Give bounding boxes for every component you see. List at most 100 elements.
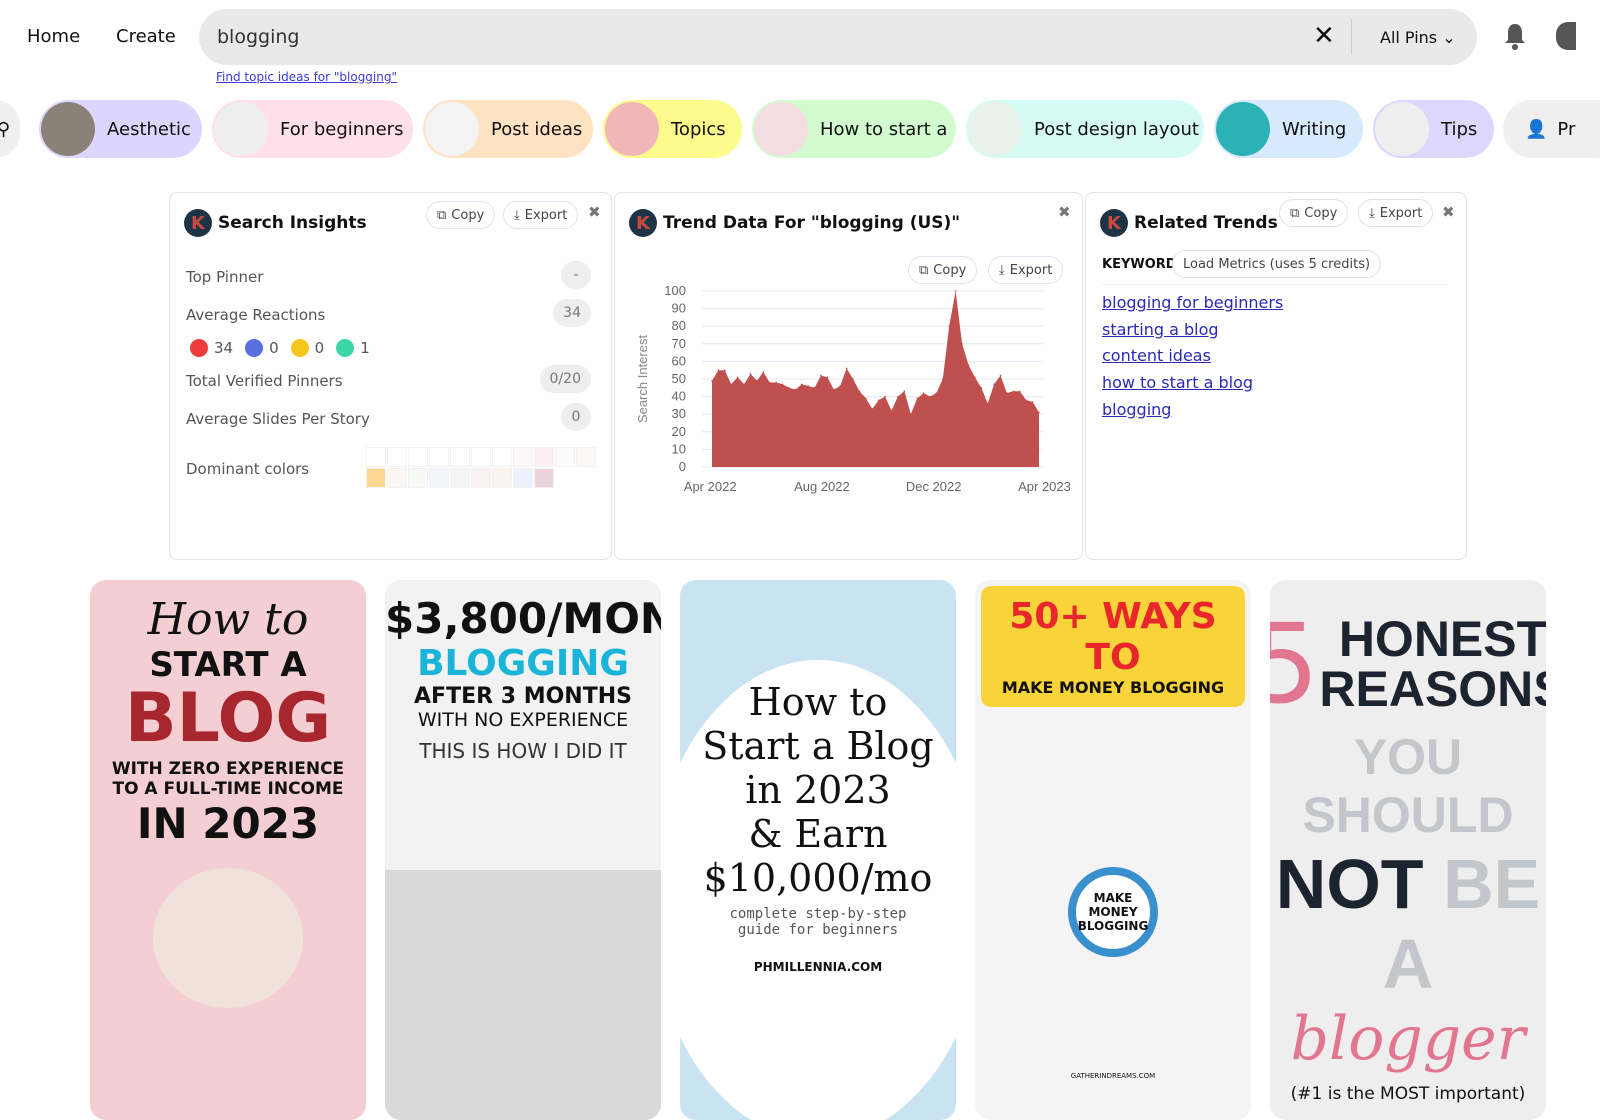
pin-text: 5: [1270, 600, 1320, 728]
scope-dropdown[interactable]: All Pins ⌄: [1380, 28, 1456, 47]
divider: [1102, 284, 1448, 285]
chip-pr[interactable]: 👤 Pr: [1503, 100, 1600, 158]
color-swatch: [492, 447, 512, 467]
data-point: [724, 369, 726, 371]
copy-button[interactable]: ⧉ Copy: [426, 201, 496, 229]
data-point: [826, 376, 829, 379]
filter-icon[interactable]: ⚲: [0, 100, 20, 158]
data-point: [922, 392, 925, 394]
related-keyword-link[interactable]: how to start a blog: [1102, 373, 1253, 392]
pin-text: blogger: [1290, 1004, 1526, 1074]
pin-text: IN 2023: [136, 799, 320, 848]
data-point: [839, 385, 842, 387]
export-button[interactable]: ⤓ Export: [1358, 199, 1434, 227]
copy-icon: ⧉: [919, 262, 929, 278]
pin-card[interactable]: 5 HONEST REASONS YOU SHOULD NOT BE A blogg…: [1270, 580, 1546, 1120]
search-input[interactable]: blogging: [217, 26, 299, 48]
color-swatch: [450, 447, 470, 467]
messages-icon[interactable]: [1556, 22, 1576, 50]
x-tick-label: Apr 2022: [684, 479, 737, 494]
data-point: [813, 387, 816, 389]
color-swatch: [471, 447, 491, 467]
laugh-face-icon: [245, 339, 264, 357]
avg-reactions-value: 34: [553, 299, 591, 327]
chip-tips[interactable]: Tips: [1373, 100, 1494, 158]
data-point: [954, 290, 957, 292]
related-trends-card: K Related Trends ⧉ Copy ⤓ Export ✖ KEYWORD …: [1085, 192, 1467, 560]
bell-icon[interactable]: [1503, 22, 1527, 50]
export-label: Export: [1009, 262, 1053, 278]
chip-thumbnail: [754, 102, 808, 156]
y-tick-label: 30: [672, 406, 686, 421]
nav-home[interactable]: Home: [27, 26, 80, 47]
close-icon[interactable]: ✖: [1058, 203, 1071, 221]
download-icon: ⤓: [999, 262, 1005, 278]
dominant-colors: [366, 447, 596, 488]
related-keyword-link[interactable]: blogging for beginners: [1102, 293, 1283, 312]
chip-how-to-start-a[interactable]: How to start a: [752, 100, 956, 158]
title-text: Trend Data For "blogging (US)": [663, 213, 961, 233]
y-tick-label: 40: [672, 389, 686, 404]
data-point: [1006, 392, 1008, 394]
search-bar[interactable]: blogging ✕ All Pins ⌄: [199, 9, 1477, 65]
data-point: [800, 383, 803, 386]
data-point: [717, 369, 720, 371]
chip-label: Post ideas: [491, 118, 583, 140]
card-title: K Search Insights: [184, 209, 367, 237]
data-point: [871, 408, 874, 410]
copy-button[interactable]: ⧉ Copy: [1279, 199, 1349, 227]
data-point: [916, 397, 918, 400]
pin-text: WITH ZERO EXPERIENCE: [111, 759, 345, 779]
chip-aesthetic[interactable]: Aesthetic: [39, 100, 202, 158]
chip-post-ideas[interactable]: Post ideas: [423, 100, 593, 158]
k-logo-icon: K: [629, 209, 657, 237]
y-tick-label: 10: [672, 441, 686, 456]
y-tick-label: 0: [679, 459, 686, 474]
pin-text: BLOG: [124, 679, 332, 758]
related-keyword-link[interactable]: content ideas: [1102, 346, 1211, 365]
y-axis-label: Search Interest: [635, 335, 650, 424]
close-icon[interactable]: ✖: [588, 203, 601, 221]
chip-thumbnail: [1375, 102, 1429, 156]
topic-ideas-link[interactable]: Find topic ideas for "blogging": [216, 70, 397, 84]
data-point: [736, 376, 739, 379]
data-point: [749, 372, 752, 375]
color-swatch: [387, 468, 407, 488]
export-label: Export: [1379, 205, 1423, 221]
pin-text: 50+ WAYS TO: [1009, 596, 1217, 678]
chip-writing[interactable]: Writing: [1214, 100, 1363, 158]
copy-icon: ⧉: [1290, 205, 1300, 221]
chip-post-design-layout[interactable]: Post design layout: [966, 100, 1204, 158]
pin-text: (#1 is the MOST important): [1290, 1084, 1526, 1104]
data-point: [1025, 399, 1027, 401]
nav-create[interactable]: Create: [116, 26, 176, 47]
copy-label: Copy: [451, 207, 485, 223]
dominant-colors-label: Dominant colors: [186, 460, 310, 478]
chip-topics[interactable]: Topics: [603, 100, 742, 158]
clear-search-icon[interactable]: ✕: [1313, 21, 1335, 51]
divider: [1351, 19, 1352, 55]
pin-card[interactable]: How to Start a Blog in 2023 & Earn $10,0…: [680, 580, 956, 1120]
top-pinner-label: Top Pinner: [186, 268, 264, 286]
pin-card[interactable]: 50+ WAYS TO MAKE MONEY BLOGGING MAKE MON…: [975, 580, 1251, 1120]
close-icon[interactable]: ✖: [1442, 203, 1455, 221]
data-point: [833, 388, 835, 391]
related-keyword-link[interactable]: blogging: [1102, 400, 1171, 419]
load-metrics-button[interactable]: Load Metrics (uses 5 credits): [1172, 250, 1382, 278]
export-button[interactable]: ⤓ Export: [503, 201, 579, 229]
card-title: K Trend Data For "blogging (US)": [629, 209, 960, 237]
top-pinner-value: -: [561, 261, 591, 289]
pin-card[interactable]: How to START A BLOG WITH ZERO EXPERIENCE…: [90, 580, 366, 1120]
chip-thumbnail: [41, 102, 95, 156]
illustration: [153, 868, 303, 1008]
data-point: [762, 371, 765, 373]
related-keyword-link[interactable]: starting a blog: [1102, 320, 1219, 339]
data-point: [788, 387, 790, 389]
chip-for-beginners[interactable]: For beginners: [212, 100, 413, 158]
pin-text: REASONS: [1319, 661, 1546, 717]
color-swatch: [366, 447, 386, 467]
pin-card[interactable]: $3,800/MONTH BLOGGING AFTER 3 MONTHS WIT…: [385, 580, 661, 1120]
copy-icon: ⧉: [437, 207, 447, 223]
data-point: [884, 395, 886, 398]
download-icon: ⤓: [1369, 205, 1375, 221]
